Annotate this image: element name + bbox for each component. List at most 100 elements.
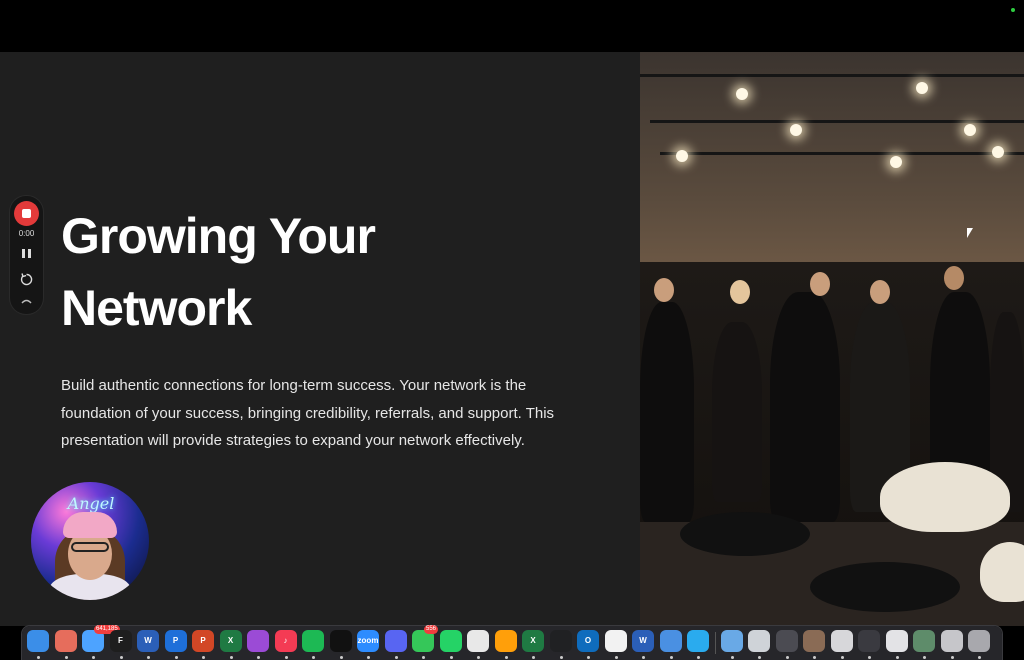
dock-chatgpt-icon[interactable] (549, 630, 572, 652)
running-indicator (785, 656, 789, 659)
webcam-bubble[interactable]: Angel (31, 482, 149, 600)
running-indicator (868, 656, 871, 659)
running-indicator (449, 656, 453, 659)
slide-title: Growing Your Network (61, 200, 561, 344)
dock-zoom-icon[interactable]: zoom (357, 630, 379, 652)
running-indicator (559, 656, 563, 659)
dock-launchpad-icon[interactable] (54, 630, 77, 652)
running-indicator (642, 656, 645, 659)
dock-window-2-icon[interactable] (775, 630, 798, 652)
running-indicator (895, 656, 899, 659)
dock-item-label: zoom (357, 636, 379, 645)
lounge-chair (880, 462, 1010, 532)
lighting-truss (660, 152, 1024, 155)
pause-icon[interactable] (22, 249, 31, 258)
dock-podcasts-icon[interactable] (247, 630, 269, 652)
dock-item-label: W (639, 636, 647, 645)
recording-toolbar: 0:00 (10, 196, 43, 314)
dock-item-label: F (118, 636, 123, 645)
spotlight (676, 150, 688, 162)
dock-window-6-icon[interactable] (885, 630, 908, 652)
dock-badge: 556 (424, 625, 439, 634)
running-indicator (614, 656, 618, 659)
running-indicator (64, 656, 68, 659)
dock-telegram-icon[interactable] (687, 630, 709, 652)
dock-excel-2-icon[interactable]: X (522, 630, 544, 652)
dock-finder-icon[interactable] (27, 630, 49, 652)
slide-title-line-1: Growing Your (61, 208, 376, 264)
running-indicator (697, 656, 700, 659)
lighting-truss (640, 74, 1024, 77)
mouse-cursor-icon (967, 228, 973, 238)
running-indicator (37, 656, 40, 659)
presenter-glasses (71, 542, 109, 552)
networking-event-photo (640, 52, 1024, 626)
top-black-bar (0, 0, 1024, 52)
photo-floor (640, 462, 1024, 626)
running-indicator (504, 656, 508, 659)
running-indicator (978, 656, 981, 659)
guest-head (870, 280, 890, 304)
slide-body-text: Build authentic connections for long-ter… (61, 377, 555, 449)
dock-word-2-icon[interactable]: W (632, 630, 654, 652)
dock-excel-icon[interactable]: X (219, 630, 242, 652)
running-indicator (119, 656, 123, 659)
dock-window-1-icon[interactable] (748, 630, 770, 652)
dock-folder-icon[interactable] (720, 630, 743, 652)
running-indicator (284, 656, 288, 659)
running-indicator (532, 656, 535, 659)
dock-trash-icon[interactable] (968, 630, 990, 652)
presenter-hat (63, 512, 117, 538)
guest-silhouette (712, 322, 762, 502)
running-indicator (339, 656, 343, 659)
dock-music-icon[interactable]: ♪ (274, 630, 297, 652)
spotlight (736, 88, 748, 100)
spotlight (916, 82, 928, 94)
dock: 641,185 F W P P X ♪ zoom 556 X O W (22, 625, 1002, 660)
dock-powerpoint-icon[interactable]: P (192, 630, 214, 652)
slide-title-line-2: Network (61, 280, 252, 336)
running-indicator (477, 656, 480, 659)
restart-icon[interactable] (20, 273, 33, 286)
dock-item-label: W (144, 636, 152, 645)
dock-figma-icon[interactable]: F (109, 630, 132, 652)
dock-chrome-icon[interactable] (467, 630, 489, 652)
recording-timer: 0:00 (18, 229, 35, 238)
dock-tasks-icon[interactable]: P (164, 630, 187, 652)
dock-voice-app-icon[interactable] (329, 630, 352, 652)
guest-silhouette (770, 292, 840, 522)
dock-notes-app-icon[interactable] (604, 630, 627, 652)
running-indicator (312, 656, 315, 659)
dock-books-icon[interactable] (494, 630, 517, 652)
dock-item-label: X (530, 636, 536, 645)
dock-window-7-icon[interactable] (913, 630, 935, 652)
dock-item-label: P (200, 636, 206, 645)
guest-head (654, 278, 674, 302)
running-indicator (422, 656, 425, 659)
dock-docs-app-icon[interactable] (659, 630, 682, 652)
running-indicator (92, 656, 95, 659)
dock-window-5-icon[interactable] (858, 630, 880, 652)
running-indicator (587, 656, 590, 659)
lighting-truss (650, 120, 1024, 123)
running-indicator (813, 656, 816, 659)
stop-recording-button[interactable] (14, 201, 39, 226)
dock-outlook-icon[interactable]: O (577, 630, 599, 652)
dock-spotify-icon[interactable] (302, 630, 324, 652)
spotlight (964, 124, 976, 136)
running-indicator (202, 656, 205, 659)
dock-word-icon[interactable]: W (137, 630, 159, 652)
dock-window-8-icon[interactable] (940, 630, 963, 652)
dock-discord-icon[interactable] (384, 630, 407, 652)
camera-indicator-icon (1011, 8, 1015, 12)
dock-window-4-icon[interactable] (830, 630, 853, 652)
lounge-chair (980, 542, 1024, 602)
running-indicator (367, 656, 370, 659)
running-indicator (950, 656, 954, 659)
dock-whatsapp-icon[interactable] (439, 630, 462, 652)
dock-window-3-icon[interactable] (803, 630, 825, 652)
guest-head (810, 272, 830, 296)
running-indicator (669, 656, 673, 659)
dock-item-label: ♪ (283, 636, 288, 645)
more-options-icon[interactable] (21, 298, 32, 304)
